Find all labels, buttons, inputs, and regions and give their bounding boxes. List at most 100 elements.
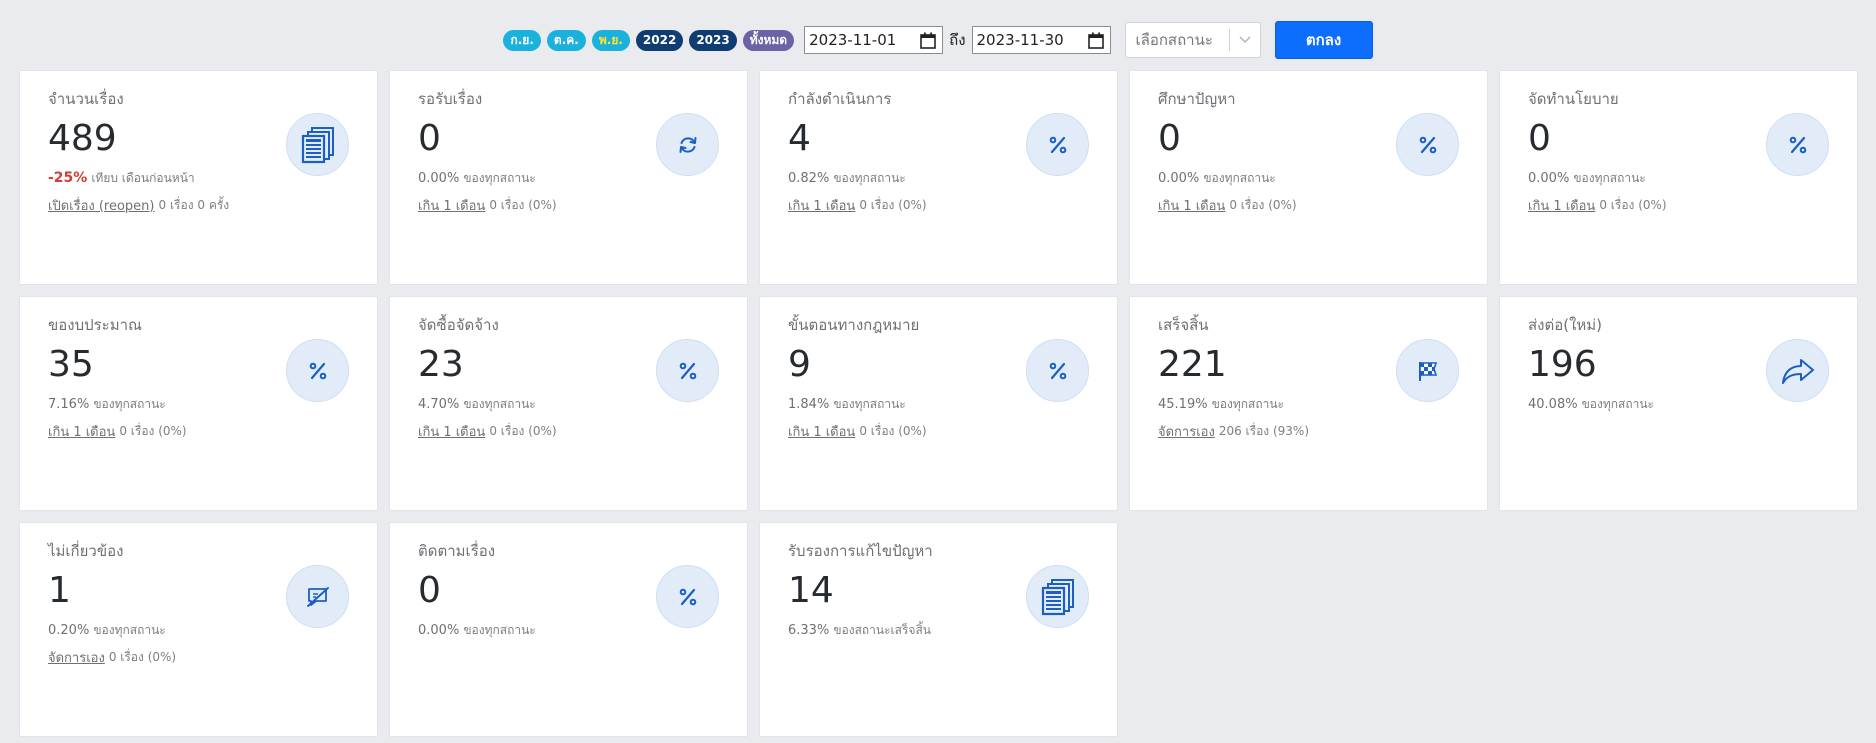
share-percent: 6.33% — [788, 622, 830, 638]
share-caption: ของทุกสถานะ — [833, 170, 906, 185]
share-percent: 7.16% — [48, 396, 90, 412]
card-title: จัดซื้อจัดจ้าง — [418, 316, 499, 334]
period-chip[interactable]: พ.ย. — [591, 29, 630, 51]
checkered-flag-icon — [1396, 339, 1459, 402]
status-card: เสร็จสิ้น 221 45.19% ของทุกสถานะ จัดการเอง 20… — [1129, 296, 1488, 511]
card-detail-link[interactable]: จัดการเอง — [1158, 421, 1215, 442]
card-detail-count: 0 เรื่อง (0%) — [119, 423, 187, 438]
share-caption: ของทุกสถานะ — [1203, 170, 1276, 185]
period-chip[interactable]: 2023 — [689, 29, 737, 51]
ok-button[interactable]: ตกลง — [1274, 21, 1373, 59]
card-detail-row: เกิน 1 เดือน 0 เรื่อง (0%) — [48, 421, 377, 441]
card-detail-link[interactable]: เกิน 1 เดือน — [788, 195, 855, 216]
card-detail-link[interactable]: เกิน 1 เดือน — [48, 421, 115, 442]
card-title: รับรองการแก้ไขปัญหา — [788, 542, 933, 560]
status-card: จำนวนเรื่อง 489 -25% เทียบ เดือนก่อนหน้า เปิ… — [19, 70, 378, 285]
change-caption: เทียบ เดือนก่อนหน้า — [91, 170, 195, 185]
status-card: จัดซื้อจัดจ้าง 23 4.70% ของทุกสถานะ เกิน 1 เ… — [389, 296, 748, 511]
status-card: ของบประมาณ 35 7.16% ของทุกสถานะ เกิน 1 เดือน… — [19, 296, 378, 511]
share-percent: 1.84% — [788, 396, 830, 412]
card-title: เสร็จสิ้น — [1158, 316, 1209, 334]
share-caption: ของทุกสถานะ — [93, 396, 166, 411]
card-detail-link[interactable]: เกิน 1 เดือน — [788, 421, 855, 442]
card-detail-link[interactable]: จัดการเอง — [48, 647, 105, 668]
card-detail-count: 0 เรื่อง (0%) — [859, 197, 927, 212]
percent-icon — [656, 339, 719, 402]
period-chip[interactable]: ก.ย. — [503, 29, 541, 51]
status-card: กำลังดำเนินการ 4 0.82% ของทุกสถานะ เกิน 1 เด… — [759, 70, 1118, 285]
date-from-input[interactable]: 2023-11-01 — [804, 26, 944, 54]
status-card: ติดตามเรื่อง 0 0.00% ของทุกสถานะ — [389, 522, 748, 737]
card-title: ของบประมาณ — [48, 316, 142, 334]
refresh-icon — [656, 113, 719, 176]
share-caption: ของทุกสถานะ — [463, 622, 536, 637]
card-detail-row: จัดการเอง 206 เรื่อง (93%) — [1158, 421, 1487, 441]
share-percent: 45.19% — [1158, 396, 1208, 412]
date-from-value: 2023-11-01 — [809, 31, 897, 49]
percent-icon — [1026, 339, 1089, 402]
percent-icon — [1396, 113, 1459, 176]
share-caption: ของทุกสถานะ — [1211, 396, 1284, 411]
share-caption: ของทุกสถานะ — [463, 396, 536, 411]
card-detail-link[interactable]: เกิน 1 เดือน — [1158, 195, 1225, 216]
date-to-value: 2023-11-30 — [976, 31, 1064, 49]
card-title: ไม่เกี่ยวข้อง — [48, 542, 124, 560]
card-detail-row: เกิน 1 เดือน 0 เรื่อง (0%) — [788, 195, 1117, 215]
share-icon — [1766, 339, 1829, 402]
card-title: ขั้นตอนทางกฎหมาย — [788, 316, 920, 334]
share-percent: 0.00% — [1158, 170, 1200, 186]
chevron-down-icon[interactable] — [1230, 36, 1260, 44]
period-chip[interactable]: ต.ค. — [546, 29, 586, 51]
status-select-placeholder: เลือกสถานะ — [1135, 31, 1213, 49]
date-range-separator: ถึง — [949, 31, 966, 49]
card-detail-count: 0 เรื่อง (0%) — [108, 649, 177, 664]
card-title: ส่งต่อ(ใหม่) — [1528, 316, 1603, 334]
status-card: รับรองการแก้ไขปัญหา 14 6.33% ของสถานะเสร็จส… — [759, 522, 1118, 737]
card-detail-count: 0 เรื่อง (0%) — [1229, 197, 1297, 212]
percent-icon — [656, 565, 719, 628]
card-detail-row: เกิน 1 เดือน 0 เรื่อง (0%) — [418, 195, 747, 215]
card-title: จำนวนเรื่อง — [48, 90, 124, 108]
status-card: รอรับเรื่อง 0 0.00% ของทุกสถานะ เกิน 1 เดือน… — [389, 70, 748, 285]
card-detail-count: 0 เรื่อง 0 ครั้ง — [158, 197, 230, 212]
card-detail-link[interactable]: เกิน 1 เดือน — [418, 421, 485, 442]
card-detail-link[interactable]: เปิดเรื่อง (reopen) — [48, 195, 155, 216]
status-card: ส่งต่อ(ใหม่) 196 40.08% ของทุกสถานะ — [1499, 296, 1858, 511]
share-percent: 0.82% — [788, 170, 830, 186]
status-card: ขั้นตอนทางกฎหมาย 9 1.84% ของทุกสถานะ เกิน 1 … — [759, 296, 1118, 511]
card-title: กำลังดำเนินการ — [788, 90, 892, 108]
filter-bar: ก.ย. ต.ค. พ.ย. 2022 2023 ทั้งหมด 2023-11-01 ถ… — [0, 20, 1876, 60]
card-detail-row: เกิน 1 เดือน 0 เรื่อง (0%) — [1158, 195, 1487, 215]
card-detail-count: 206 เรื่อง (93%) — [1218, 423, 1309, 438]
date-to-input[interactable]: 2023-11-30 — [971, 26, 1111, 54]
percent-icon — [1026, 113, 1089, 176]
comment-slash-icon — [286, 565, 349, 628]
card-detail-link[interactable]: เกิน 1 เดือน — [418, 195, 485, 216]
status-card: ศึกษาปัญหา 0 0.00% ของทุกสถานะ เกิน 1 เดือน 0… — [1129, 70, 1488, 285]
period-chips: ก.ย. ต.ค. พ.ย. 2022 2023 ทั้งหมด — [503, 29, 795, 51]
card-detail-link[interactable]: เกิน 1 เดือน — [1528, 195, 1595, 216]
share-percent: 4.70% — [418, 396, 460, 412]
share-caption: ของทุกสถานะ — [833, 396, 906, 411]
card-title: ติดตามเรื่อง — [418, 542, 496, 560]
share-caption: ของทุกสถานะ — [93, 622, 166, 637]
share-caption: ของทุกสถานะ — [1573, 170, 1646, 185]
card-detail-count: 0 เรื่อง (0%) — [489, 197, 557, 212]
status-card: ไม่เกี่ยวข้อง 1 0.20% ของทุกสถานะ จัดการเอง 0… — [19, 522, 378, 737]
card-detail-count: 0 เรื่อง (0%) — [859, 423, 927, 438]
card-detail-row: เกิน 1 เดือน 0 เรื่อง (0%) — [1528, 195, 1857, 215]
share-percent: 0.00% — [418, 170, 460, 186]
share-caption: ของทุกสถานะ — [1581, 396, 1654, 411]
share-percent: 0.00% — [1528, 170, 1570, 186]
calendar-icon[interactable] — [920, 32, 936, 49]
status-select[interactable]: เลือกสถานะ — [1124, 22, 1261, 58]
status-card: จัดทำนโยบาย 0 0.00% ของทุกสถานะ เกิน 1 เดือน… — [1499, 70, 1858, 285]
percent-icon — [1766, 113, 1829, 176]
share-percent: 0.00% — [418, 622, 460, 638]
percent-icon — [286, 339, 349, 402]
period-chip[interactable]: ทั้งหมด — [742, 29, 795, 51]
period-chip[interactable]: 2022 — [635, 29, 684, 51]
calendar-icon[interactable] — [1087, 32, 1104, 49]
card-detail-row: เกิน 1 เดือน 0 เรื่อง (0%) — [788, 421, 1117, 441]
share-caption: ของสถานะเสร็จสิ้น — [833, 622, 931, 637]
